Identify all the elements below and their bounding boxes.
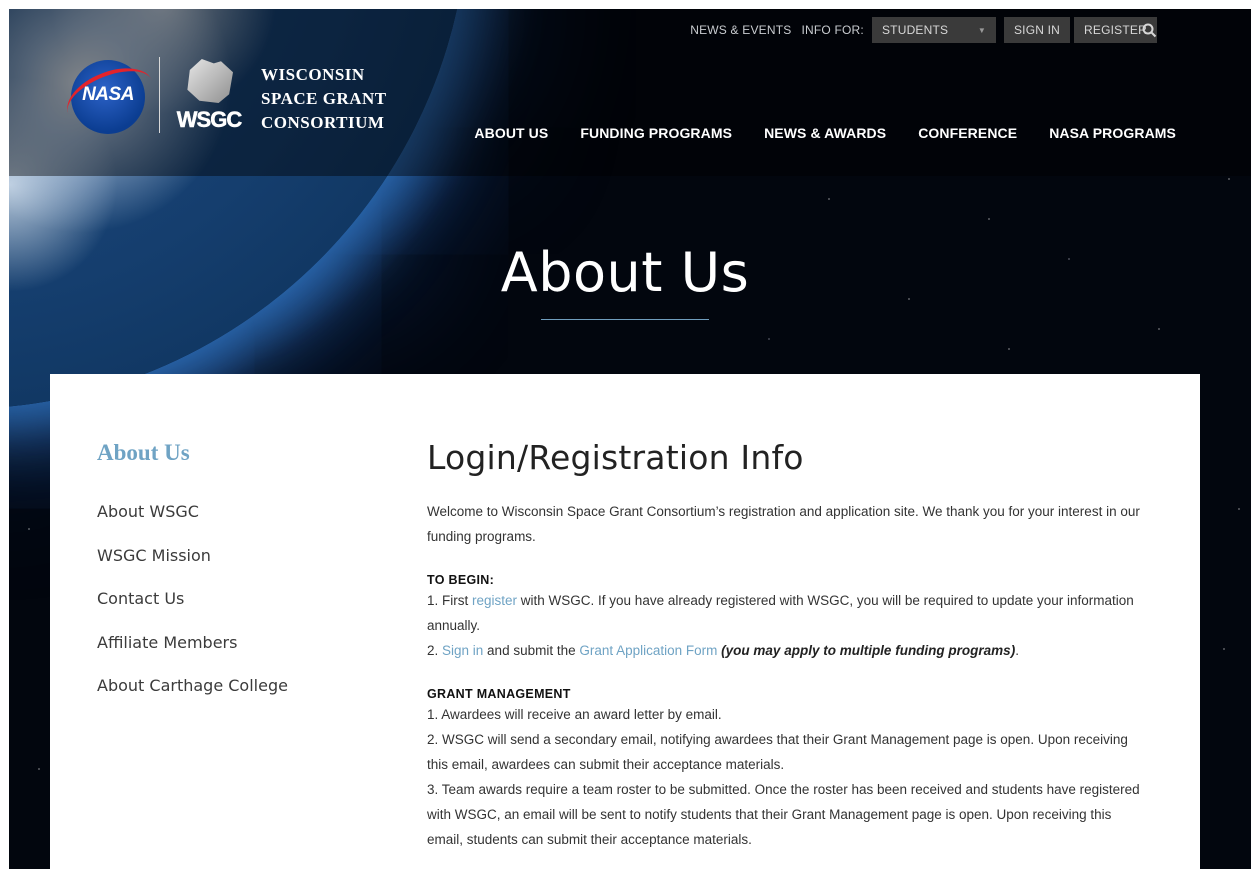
to-begin-heading: TO BEGIN: [427,573,495,587]
grant-management-heading: GRANT MANAGEMENT [427,687,571,701]
begin-2-middle: and submit the [483,643,580,658]
hero-title: About Us [500,241,750,304]
info-for-value: STUDENTS [881,23,949,37]
begin-1-suffix: with WSGC. If you have already registere… [427,593,1134,633]
news-events-link[interactable]: NEWS & EVENTS [690,23,791,37]
logo-line-3: CONSORTIUM [261,113,385,132]
hero-divider [541,319,709,320]
grant-step-1: 1. Awardees will receive an award letter… [427,707,722,722]
begin-2-note: (you may apply to multiple funding progr… [717,643,1016,658]
page-frame: NEWS & EVENTS INFO FOR: STUDENTS ▼ SIGN … [9,9,1251,869]
grant-step-2: 2. WSGC will send a secondary email, not… [427,732,1128,772]
nav-news-awards[interactable]: NEWS & AWARDS [764,125,886,141]
utility-bar: NEWS & EVENTS INFO FOR: STUDENTS ▼ SIGN … [690,17,1161,43]
begin-step-1: 1. First register with WSGC. If you have… [427,588,1147,638]
site-header: NEWS & EVENTS INFO FOR: STUDENTS ▼ SIGN … [9,9,1251,176]
wisconsin-map-icon [187,59,233,103]
nav-funding-programs[interactable]: FUNDING PROGRAMS [580,125,732,141]
register-link[interactable]: register [472,593,517,608]
logo-divider [159,57,160,133]
grant-application-link[interactable]: Grant Application Form [579,643,717,658]
chevron-down-icon: ▼ [977,25,986,35]
wsgc-logo: WSGC [173,57,245,133]
sidebar-item-about-wsgc[interactable]: About WSGC [97,502,288,546]
nasa-wordmark: NASA [82,84,134,105]
logo-line-1: WISCONSIN [261,65,365,84]
search-icon[interactable] [1142,23,1157,38]
main-content: Login/Registration Info Welcome to Wisco… [427,438,1147,852]
nasa-logo: NASA [58,56,162,138]
begin-1-prefix: 1. First [427,593,473,608]
sidebar-title: About Us [97,440,190,465]
main-nav: ABOUT US FUNDING PROGRAMS NEWS & AWARDS … [474,125,1176,141]
begin-2-end: . [1015,643,1019,658]
logo-text: WISCONSIN SPACE GRANT CONSORTIUM [261,63,387,135]
logo-line-2: SPACE GRANT [261,89,387,108]
sidebar-nav: About WSGC WSGC Mission Contact Us Affil… [97,502,288,720]
sign-in-link[interactable]: Sign in [442,643,483,658]
begin-step-2: 2. Sign in and submit the Grant Applicat… [427,638,1147,663]
sidebar-item-wsgc-mission[interactable]: WSGC Mission [97,546,288,590]
info-for-label: INFO FOR: [801,23,864,37]
nav-nasa-programs[interactable]: NASA PROGRAMS [1049,125,1176,141]
wsgc-wordmark: WSGC [176,107,243,133]
sign-in-button[interactable]: SIGN IN [1003,17,1071,43]
info-for-select[interactable]: STUDENTS ▼ [871,17,996,43]
sidebar-item-contact-us[interactable]: Contact Us [97,589,288,633]
nav-about-us[interactable]: ABOUT US [474,125,548,141]
sidebar-item-about-carthage[interactable]: About Carthage College [97,676,288,720]
content-card: About Us About WSGC WSGC Mission Contact… [50,374,1200,869]
begin-2-prefix: 2. [427,643,443,658]
sidebar-item-affiliate-members[interactable]: Affiliate Members [97,633,288,677]
nav-conference[interactable]: CONFERENCE [918,125,1017,141]
page-title: Login/Registration Info [427,438,804,477]
welcome-text: Welcome to Wisconsin Space Grant Consort… [427,504,1140,544]
site-logo[interactable]: NASA WSGC WISCONSIN SPACE GRANT CONSORTI… [58,56,401,143]
grant-step-3: 3. Team awards require a team roster to … [427,782,1140,847]
